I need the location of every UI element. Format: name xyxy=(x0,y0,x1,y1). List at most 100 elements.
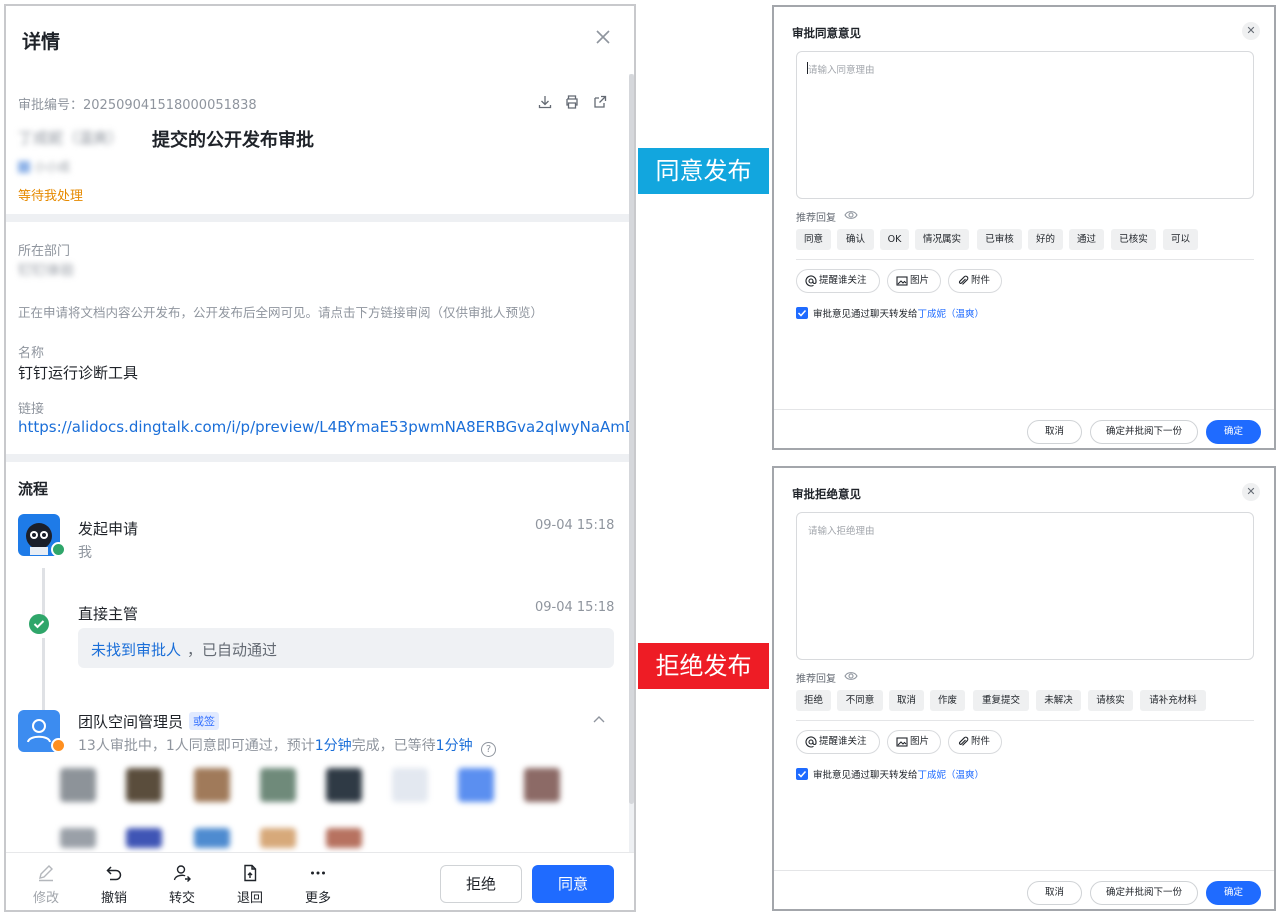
quick-reply-chip[interactable]: 作废 xyxy=(930,690,965,711)
close-icon[interactable]: ✕ xyxy=(1242,483,1260,501)
help-icon[interactable]: ? xyxy=(481,742,497,757)
quick-reply-chip[interactable]: 请核实 xyxy=(1088,690,1133,711)
cancel-button[interactable]: 取消 xyxy=(1027,881,1082,905)
image-icon xyxy=(896,737,908,747)
dialog-footer: 取消 确定并批阅下一份 确定 xyxy=(774,870,1274,909)
quick-reply-chip[interactable]: OK xyxy=(880,229,909,250)
eye-icon[interactable] xyxy=(844,670,858,682)
mention-button[interactable]: 提醒谁关注 xyxy=(796,269,880,293)
at-icon xyxy=(805,736,817,748)
chevron-up-icon[interactable] xyxy=(592,714,606,724)
step-sub: 我 xyxy=(78,545,92,561)
submitter-name: 丁成妮（温爽） xyxy=(18,129,124,147)
approval-number: 审批编号：202509041518000051838 xyxy=(18,98,257,113)
avatar xyxy=(126,828,162,848)
paperclip-icon xyxy=(958,736,969,746)
reason-textarea[interactable]: 请输入拒绝理由 xyxy=(796,512,1254,660)
link-label: 链接 xyxy=(18,402,45,417)
quick-reply-chip[interactable]: 同意 xyxy=(796,229,831,250)
undo-icon xyxy=(106,866,122,881)
dialog-footer: 取消 确定并批阅下一份 确定 xyxy=(774,409,1274,448)
attachment-button[interactable]: 附件 xyxy=(948,269,1002,293)
quick-reply-chip[interactable]: 请补充材料 xyxy=(1140,690,1206,711)
more-button[interactable]: 更多 xyxy=(294,863,342,906)
image-button[interactable]: 图片 xyxy=(887,730,941,754)
textarea-placeholder: 请输入同意理由 xyxy=(808,65,875,76)
quick-reply-chip[interactable]: 未解决 xyxy=(1036,690,1081,711)
dialog-title: 审批同意意见 xyxy=(792,26,861,40)
quick-reply-chip[interactable]: 好的 xyxy=(1028,229,1063,250)
quick-reply-chip[interactable]: 已核实 xyxy=(1111,229,1156,250)
quick-reply-chip[interactable]: 拒绝 xyxy=(796,690,831,711)
quick-reply-chip[interactable]: 不同意 xyxy=(837,690,883,711)
print-icon[interactable] xyxy=(564,94,580,110)
action-bar: 修改 撤销 转交 退回 更多 拒绝 同意 xyxy=(6,852,634,910)
quick-reply-chip[interactable]: 通过 xyxy=(1069,229,1104,250)
divider xyxy=(796,259,1254,260)
confirm-button[interactable]: 确定 xyxy=(1206,420,1261,444)
avatar xyxy=(524,768,560,802)
auto-pass-notice: 未找到审批人 ，已自动通过 xyxy=(78,628,614,668)
confirm-and-next-button[interactable]: 确定并批阅下一份 xyxy=(1090,420,1198,444)
quick-reply-chip[interactable]: 可以 xyxy=(1163,229,1198,250)
open-new-window-icon[interactable] xyxy=(592,94,608,110)
avatar xyxy=(194,768,230,802)
quick-reply-chip[interactable]: 重复提交 xyxy=(973,690,1029,711)
user-transfer-icon xyxy=(173,865,191,882)
recommend-label: 推荐回复 xyxy=(796,674,836,685)
cancel-button[interactable]: 取消 xyxy=(1027,420,1082,444)
forward-text: 审批意见通过聊天转发给丁成妮（温爽） xyxy=(813,770,985,781)
edit-button[interactable]: 修改 xyxy=(22,863,70,906)
checkbox-checked-icon[interactable] xyxy=(796,768,808,780)
close-icon[interactable] xyxy=(592,26,614,48)
transfer-button[interactable]: 转交 xyxy=(158,863,206,906)
quick-reply-chip[interactable]: 情况属实 xyxy=(915,229,969,250)
panel-header: 详情 xyxy=(6,6,634,74)
form-content-card: 所在部门 钉钉体验 正在申请将文档内容公开发布，公开发布后全网可见。请点击下方链… xyxy=(6,222,634,454)
mention-button[interactable]: 提醒谁关注 xyxy=(796,730,880,754)
avatar xyxy=(326,768,362,802)
detail-scroll-area[interactable]: 审批编号：202509041518000051838 丁成妮（温爽） 提交的公开… xyxy=(6,74,634,852)
preview-link[interactable]: https://alidocs.dingtalk.com/i/p/preview… xyxy=(18,418,634,436)
pencil-icon xyxy=(39,865,53,882)
return-button[interactable]: 退回 xyxy=(226,863,274,906)
timeline-line xyxy=(42,568,45,616)
recommend-label: 推荐回复 xyxy=(796,213,836,224)
reject-publish-label: 拒绝发布 xyxy=(638,643,769,689)
eye-icon[interactable] xyxy=(844,209,858,221)
forward-recipient-link[interactable]: 丁成妮（温爽） xyxy=(918,770,985,781)
avatar xyxy=(260,828,296,848)
avatar xyxy=(326,828,362,848)
reject-button[interactable]: 拒绝 xyxy=(440,865,522,903)
quick-reply-chip[interactable]: 取消 xyxy=(889,690,924,711)
dept-label: 所在部门 xyxy=(18,244,71,259)
textarea-placeholder: 请输入拒绝理由 xyxy=(808,526,875,537)
close-icon[interactable]: ✕ xyxy=(1242,22,1260,40)
forward-recipient-link[interactable]: 丁成妮（温爽） xyxy=(918,309,985,320)
no-approver-link[interactable]: 未找到审批人 xyxy=(91,639,181,660)
attachment-button[interactable]: 附件 xyxy=(948,730,1002,754)
avatar xyxy=(458,768,494,802)
avatar xyxy=(194,828,230,848)
reject-opinion-dialog: 审批拒绝意见 ✕ 请输入拒绝理由 推荐回复 拒绝 不同意 取消 作废 重复提交 … xyxy=(772,466,1276,911)
approval-detail-panel: 详情 审批编号：202509041518000051838 丁成妮（温爽） 提交… xyxy=(4,4,636,912)
reason-textarea[interactable]: 请输入同意理由 xyxy=(796,51,1254,199)
avatar xyxy=(392,768,428,802)
download-icon[interactable] xyxy=(537,94,553,110)
document-return-icon xyxy=(244,864,257,882)
auto-pass-text: ，已自动通过 xyxy=(187,641,278,659)
confirm-and-next-button[interactable]: 确定并批阅下一份 xyxy=(1090,881,1198,905)
agree-button[interactable]: 同意 xyxy=(532,865,614,903)
dept-value: 钉钉体验 xyxy=(18,263,74,279)
timeline-line xyxy=(42,638,45,714)
image-button[interactable]: 图片 xyxy=(887,269,941,293)
quick-reply-chip[interactable]: 确认 xyxy=(837,229,874,250)
scrollbar[interactable] xyxy=(629,74,634,804)
confirm-button[interactable]: 确定 xyxy=(1206,881,1261,905)
checkbox-checked-icon[interactable] xyxy=(796,307,808,319)
revoke-button[interactable]: 撤销 xyxy=(90,863,138,906)
divider xyxy=(796,720,1254,721)
quick-reply-chip[interactable]: 已审核 xyxy=(977,229,1022,250)
step-time: 09-04 15:18 xyxy=(535,518,615,533)
approval-heading: 提交的公开发布审批 xyxy=(152,130,314,151)
